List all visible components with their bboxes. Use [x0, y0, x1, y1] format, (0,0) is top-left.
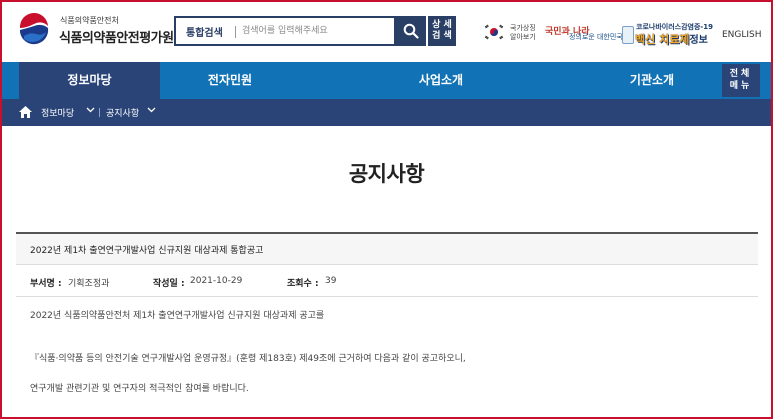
- window-frame: [0, 0, 773, 419]
